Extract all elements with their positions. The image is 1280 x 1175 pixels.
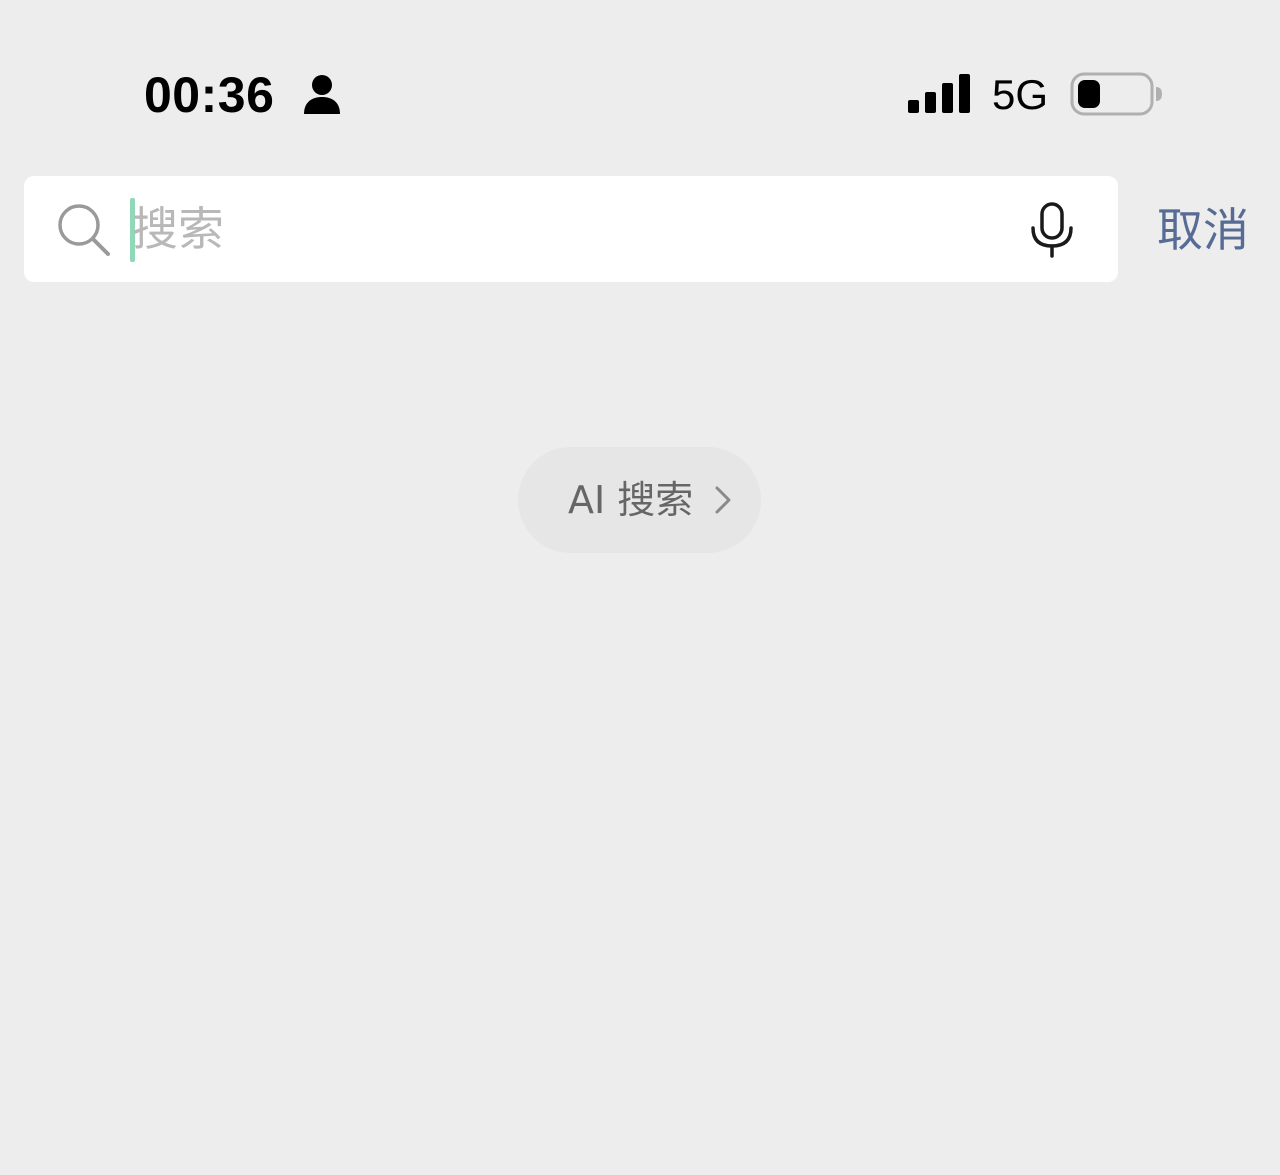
microphone-icon[interactable] — [1030, 202, 1074, 258]
ai-search-label: AI 搜索 — [568, 478, 694, 522]
signal-icon — [908, 74, 970, 113]
search-input[interactable] — [132, 194, 992, 264]
status-bar: 00:36 5G — [0, 0, 1280, 150]
status-time: 00:36 — [144, 67, 275, 123]
person-icon — [304, 75, 340, 114]
search-bar[interactable] — [24, 176, 1118, 282]
battery-icon — [1070, 72, 1162, 116]
cancel-button[interactable]: 取消 — [1140, 200, 1266, 260]
chevron-right-icon — [715, 486, 731, 514]
network-type: 5G — [992, 71, 1049, 118]
ai-search-button[interactable]: AI 搜索 — [518, 447, 761, 553]
search-icon — [58, 204, 110, 256]
